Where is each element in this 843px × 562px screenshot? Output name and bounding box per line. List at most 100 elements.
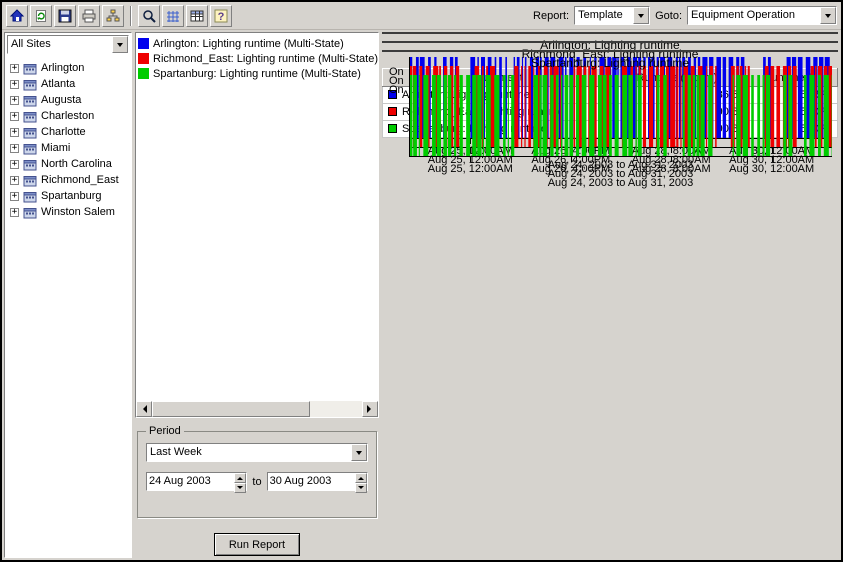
site-building-icon xyxy=(23,62,37,75)
chart-bars-svg xyxy=(410,75,832,156)
scroll-right-icon[interactable] xyxy=(362,401,378,417)
spin-down-icon[interactable] xyxy=(234,483,246,493)
spinner-buttons xyxy=(234,473,246,490)
end-date-spinner[interactable]: 30 Aug 2003 xyxy=(267,472,368,491)
spin-up-icon[interactable] xyxy=(355,473,367,483)
home-icon xyxy=(9,8,25,24)
scroll-left-icon[interactable] xyxy=(136,401,152,417)
chart-plot: Aug 25, 12:00AMAug 26, 4:00PMAug 28, 8:0… xyxy=(409,75,832,157)
spin-up-icon[interactable] xyxy=(234,473,246,483)
help-button[interactable]: ? xyxy=(210,5,232,27)
home-button[interactable] xyxy=(6,5,28,27)
spin-down-icon[interactable] xyxy=(355,483,367,493)
expand-icon[interactable]: + xyxy=(10,64,19,73)
site-label: Charleston xyxy=(41,110,94,122)
expand-icon[interactable]: + xyxy=(10,112,19,121)
sidebar-item-charlotte[interactable]: +Charlotte xyxy=(5,124,131,140)
charts-container: Arlington: Lighting runtimeOnAug 25, 12:… xyxy=(382,32,838,59)
sidebar-item-miami[interactable]: +Miami xyxy=(5,140,131,156)
period-group: Period Last Week 24 Aug 2003 to xyxy=(137,425,377,518)
grid-icon xyxy=(165,8,181,24)
zoom-icon xyxy=(141,8,157,24)
legend-item: Spartanburg: Lighting runtime (Multi-Sta… xyxy=(138,66,378,81)
refresh-button[interactable] xyxy=(30,5,52,27)
state-chart-spartanburg: Spartanburg: Lighting runtimeOnAug 25, 1… xyxy=(382,50,838,52)
start-date-spinner[interactable]: 24 Aug 2003 xyxy=(146,472,247,491)
svg-text:?: ? xyxy=(218,11,225,23)
goto-select[interactable]: Equipment Operation xyxy=(687,6,837,25)
legend-label: Spartanburg: Lighting runtime (Multi-Sta… xyxy=(153,68,361,80)
x-axis-tick xyxy=(772,157,773,162)
save-icon xyxy=(57,8,73,24)
row-color-swatch xyxy=(388,107,397,116)
period-preset-select[interactable]: Last Week xyxy=(146,443,368,462)
x-axis-range-label: Aug 24, 2003 to Aug 31, 2003 xyxy=(409,177,832,189)
site-building-icon xyxy=(23,110,37,123)
legend-label: Arlington: Lighting runtime (Multi-State… xyxy=(153,38,344,50)
help-icon: ? xyxy=(213,8,229,24)
sidebar-item-spartanburg[interactable]: +Spartanburg xyxy=(5,188,131,204)
site-label: Winston Salem xyxy=(41,206,115,218)
state-chart-arlington: Arlington: Lighting runtimeOnAug 25, 12:… xyxy=(382,32,838,34)
site-label: Arlington xyxy=(41,62,84,74)
x-tick-label: Aug 30, 12:00AM xyxy=(729,163,814,175)
scrollbar-track[interactable] xyxy=(310,401,362,417)
period-preset-value: Last Week xyxy=(147,444,351,461)
print-button[interactable] xyxy=(78,5,100,27)
legend-swatch xyxy=(138,38,149,49)
expand-icon[interactable]: + xyxy=(10,208,19,217)
sidebar-item-winston-salem[interactable]: + Winston Salem xyxy=(5,204,131,220)
run-report-button[interactable]: Run Report xyxy=(214,533,300,556)
report-label: Report: xyxy=(533,10,569,22)
print-icon xyxy=(81,8,97,24)
report-table-button[interactable] xyxy=(186,5,208,27)
sidebar-item-augusta[interactable]: + Augusta xyxy=(5,92,131,108)
x-axis-tick xyxy=(571,157,572,162)
charts-panel: Arlington: Lighting runtimeOnAug 25, 12:… xyxy=(382,32,839,558)
x-tick-label: Aug 26, 4:00PM xyxy=(531,163,610,175)
expand-icon[interactable]: + xyxy=(10,144,19,153)
save-button[interactable] xyxy=(54,5,76,27)
refresh-icon xyxy=(33,8,49,24)
site-label: Atlanta xyxy=(41,78,75,90)
site-label: Augusta xyxy=(41,94,81,106)
chevron-down-icon[interactable] xyxy=(820,7,836,24)
expand-icon[interactable]: + xyxy=(10,160,19,169)
legend-label: Richmond_East: Lighting runtime (Multi-S… xyxy=(153,53,378,65)
legend-swatch xyxy=(138,68,149,79)
expand-icon[interactable]: + xyxy=(10,192,19,201)
sidebar-item-richmond-east[interactable]: + Richmond_East xyxy=(5,172,131,188)
site-tree-button[interactable] xyxy=(102,5,124,27)
scrollbar-thumb[interactable] xyxy=(152,401,310,417)
legend-item: Arlington: Lighting runtime (Multi-State… xyxy=(138,36,378,51)
site-building-icon xyxy=(23,158,37,171)
site-building-icon xyxy=(23,78,37,91)
chevron-down-icon[interactable] xyxy=(633,7,649,24)
expand-icon[interactable]: + xyxy=(10,176,19,185)
sites-tree: + Arlington + Atlanta + Augusta + Charleston +Ch… xyxy=(5,56,131,557)
to-label: to xyxy=(252,476,261,488)
sidebar-item-atlanta[interactable]: + Atlanta xyxy=(5,76,131,92)
chevron-down-icon[interactable] xyxy=(351,444,367,461)
spinner-buttons xyxy=(355,473,367,490)
sidebar-item-north-carolina[interactable]: +North Carolina xyxy=(5,156,131,172)
expand-icon[interactable]: + xyxy=(10,96,19,105)
x-tick-label: Aug 25, 12:00AM xyxy=(428,163,513,175)
content-area: All Sites +Arlington+Atlanta+Augusta+Cha… xyxy=(2,30,841,560)
chevron-down-icon[interactable] xyxy=(112,36,128,53)
chart-title: Spartanburg: Lighting runtime xyxy=(383,56,837,70)
sidebar-item-charleston[interactable]: + Charleston xyxy=(5,108,131,124)
grid-button[interactable] xyxy=(162,5,184,27)
site-label: Richmond_East xyxy=(41,174,119,186)
expand-icon[interactable]: + xyxy=(10,128,19,137)
sidebar-item-arlington[interactable]: + Arlington xyxy=(5,60,131,76)
sites-filter-select[interactable]: All Sites xyxy=(7,35,129,54)
zoom-button[interactable] xyxy=(138,5,160,27)
legend-hscrollbar[interactable] xyxy=(136,401,378,417)
period-group-label: Period xyxy=(146,425,184,437)
expand-icon[interactable]: + xyxy=(10,80,19,89)
x-axis-tick xyxy=(671,157,672,162)
report-template-select[interactable]: Template xyxy=(574,6,650,25)
toolbar: ? Report: Template Goto: Equipment Opera… xyxy=(2,2,841,30)
row-color-swatch xyxy=(388,124,397,133)
